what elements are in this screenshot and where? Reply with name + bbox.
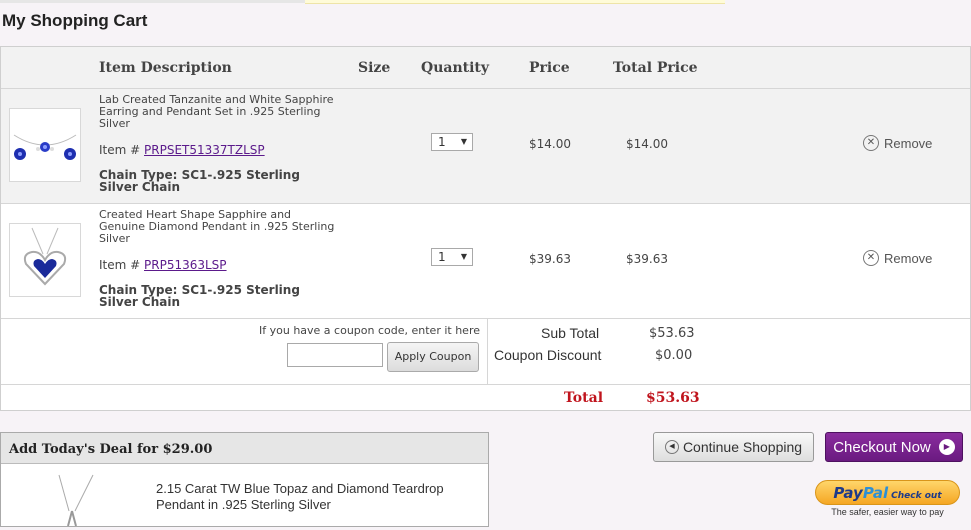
item-number-link[interactable]: PRP51363LSP: [144, 258, 227, 272]
paypal-tagline: The safer, easier way to pay: [831, 507, 944, 517]
header-quantity: Quantity: [421, 60, 490, 76]
discount-value: $0.00: [655, 348, 693, 363]
table-row: Lab Created Tanzanite and White Sapphire…: [1, 89, 970, 204]
quantity-select[interactable]: 1 ▼: [431, 133, 473, 151]
paypal-brand-pal: Pal: [862, 484, 889, 502]
subtotal-label: Sub Total: [541, 325, 600, 341]
close-icon: ✕: [863, 250, 879, 266]
todays-deal-panel: Add Today's Deal for $29.00 2.15 Carat T…: [0, 432, 489, 527]
product-thumbnail[interactable]: [9, 223, 81, 297]
chevron-down-icon: ▼: [460, 137, 467, 146]
quantity-select[interactable]: 1 ▼: [431, 248, 473, 266]
header-item-description: Item Description: [99, 60, 232, 76]
item-number-label: Item #: [99, 143, 141, 157]
apply-coupon-button[interactable]: Apply Coupon: [387, 342, 479, 372]
deal-thumbnail[interactable]: [31, 471, 111, 527]
checkout-now-label: Checkout Now: [833, 438, 931, 456]
item-number: Item # PRPSET51337TZLSP: [99, 143, 265, 157]
remove-label: Remove: [884, 135, 933, 151]
item-price: $39.63: [529, 252, 571, 266]
item-number-link[interactable]: PRPSET51337TZLSP: [144, 143, 265, 157]
play-icon: ▶: [938, 439, 955, 455]
header-total-price: Total Price: [613, 60, 698, 76]
total-value: $53.63: [646, 390, 700, 406]
coupon-input[interactable]: [287, 343, 383, 367]
deal-header: Add Today's Deal for $29.00: [1, 433, 488, 464]
item-price: $14.00: [529, 137, 571, 151]
total-label: Total: [564, 390, 604, 406]
deal-description: 2.15 Carat TW Blue Topaz and Diamond Tea…: [156, 481, 444, 512]
item-number: Item # PRP51363LSP: [99, 258, 227, 272]
item-number-label: Item #: [99, 258, 141, 272]
table-row: Created Heart Shape Sapphire and Genuine…: [1, 204, 970, 319]
cart-table: Item Description Size Quantity Price Tot…: [0, 46, 971, 411]
continue-shopping-button[interactable]: ◀ Continue Shopping: [653, 432, 814, 462]
table-header: Item Description Size Quantity Price Tot…: [1, 47, 970, 89]
subtotal-value: $53.63: [649, 326, 695, 341]
continue-shopping-label: Continue Shopping: [682, 439, 803, 455]
page-title: My Shopping Cart: [2, 11, 148, 30]
discount-label: Coupon Discount: [494, 347, 602, 363]
paypal-checkout-label: Check out: [891, 491, 942, 501]
remove-label: Remove: [884, 250, 933, 266]
item-description: Lab Created Tanzanite and White Sapphire…: [99, 93, 334, 130]
remove-button[interactable]: ✕ Remove: [863, 250, 932, 266]
header-size: Size: [358, 60, 391, 76]
top-strip: [0, 0, 971, 7]
item-total-price: $39.63: [626, 252, 668, 266]
remove-button[interactable]: ✕ Remove: [863, 135, 932, 151]
header-price: Price: [529, 60, 570, 76]
paypal-brand-pay: Pay: [833, 484, 863, 502]
divider: [487, 319, 488, 384]
chain-type: Chain Type: SC1-.925 Sterling Silver Cha…: [99, 168, 300, 194]
coupon-label: If you have a coupon code, enter it here: [259, 324, 480, 337]
chevron-down-icon: ▼: [460, 252, 467, 261]
paypal-checkout-button[interactable]: PayPal Check out: [815, 480, 960, 505]
product-thumbnail[interactable]: [9, 108, 81, 182]
item-total-price: $14.00: [626, 137, 668, 151]
coupon-section: If you have a coupon code, enter it here…: [1, 319, 970, 385]
chain-type: Chain Type: SC1-.925 Sterling Silver Cha…: [99, 283, 300, 309]
deal-title: Add Today's Deal for $29.00: [9, 442, 213, 457]
arrow-left-icon: ◀: [664, 440, 679, 454]
checkout-now-button[interactable]: Checkout Now ▶: [825, 432, 963, 462]
item-description: Created Heart Shape Sapphire and Genuine…: [99, 208, 335, 245]
close-icon: ✕: [863, 135, 879, 151]
